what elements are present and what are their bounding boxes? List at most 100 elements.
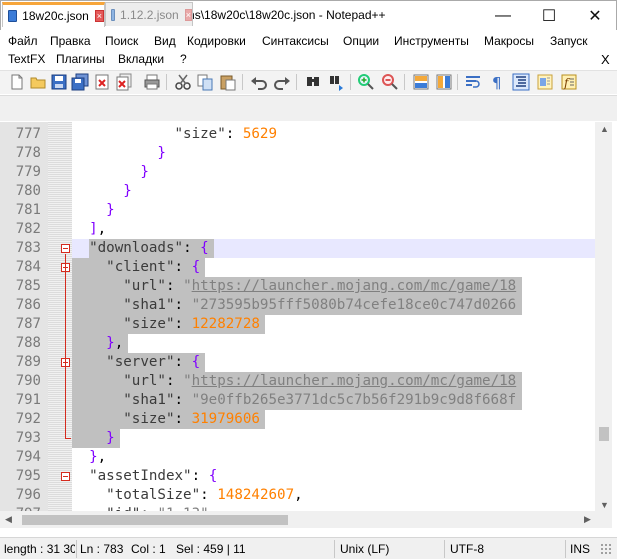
code-text[interactable]: }: [72, 182, 132, 201]
open-file-icon[interactable]: [29, 73, 47, 91]
code-text[interactable]: }: [72, 429, 115, 448]
code-line[interactable]: 787 "size": 12282728: [0, 315, 617, 334]
code-line[interactable]: 777 "size": 5629: [0, 125, 617, 144]
menu-item[interactable]: Кодировки: [187, 34, 246, 48]
code-text[interactable]: }: [72, 163, 149, 182]
menu-item[interactable]: TextFX: [8, 52, 45, 66]
close-tab-icon[interactable]: ×: [94, 10, 104, 22]
menu-item[interactable]: Поиск: [105, 34, 138, 48]
fold-toggle-icon[interactable]: [61, 244, 70, 253]
code-text[interactable]: },: [72, 334, 123, 353]
zoom-in-icon[interactable]: [357, 73, 375, 91]
code-text[interactable]: "sha1": "9e0ffb265e3771dc5c7b56f291b9c9d…: [72, 391, 516, 410]
menu-item[interactable]: Опции: [343, 34, 379, 48]
menu-item[interactable]: Запуск: [550, 34, 588, 48]
sync-vertical-icon[interactable]: [412, 73, 430, 91]
code-line[interactable]: 778 }: [0, 144, 617, 163]
code-text[interactable]: "size": 12282728: [72, 315, 260, 334]
code-line[interactable]: 780 }: [0, 182, 617, 201]
scroll-up-arrow-icon[interactable]: ▲: [600, 124, 609, 134]
code-text[interactable]: "url": "https://launcher.mojang.com/mc/g…: [72, 372, 516, 391]
code-text[interactable]: },: [72, 448, 106, 467]
code-line[interactable]: 790 "url": "https://launcher.mojang.com/…: [0, 372, 617, 391]
copy-icon[interactable]: [196, 73, 214, 91]
code-line[interactable]: 781 }: [0, 201, 617, 220]
code-line[interactable]: 789 "server": {: [0, 353, 617, 372]
code-line[interactable]: 792 "size": 31979606: [0, 410, 617, 429]
code-text[interactable]: "totalSize": 148242607,: [72, 486, 302, 505]
indent-guide-icon[interactable]: [512, 73, 530, 91]
menu-item[interactable]: Вид: [154, 34, 176, 48]
line-number: 778: [15, 145, 41, 161]
menu-item[interactable]: ?: [180, 52, 187, 66]
menu-item[interactable]: Синтаксисы: [262, 34, 329, 48]
code-line[interactable]: 791 "sha1": "9e0ffb265e3771dc5c7b56f291b…: [0, 391, 617, 410]
status-encoding: UTF-8: [450, 542, 484, 556]
code-text[interactable]: "size": 31979606: [72, 410, 260, 429]
editor-area[interactable]: 777 "size": 5629 778 } 779 } 780 } 781 } 782 …: [0, 122, 617, 511]
close-tab-icon[interactable]: ×: [184, 8, 192, 21]
tab-1-12-2-json[interactable]: 1.12.2.json ×: [105, 2, 193, 26]
replace-icon[interactable]: [328, 73, 346, 91]
close-icon[interactable]: [93, 73, 111, 91]
code-text[interactable]: "downloads": {: [72, 239, 209, 258]
save-icon[interactable]: [50, 73, 68, 91]
paste-icon[interactable]: [219, 73, 237, 91]
code-line[interactable]: 796 "totalSize": 148242607,: [0, 486, 617, 505]
code-text[interactable]: ],: [72, 220, 106, 239]
code-line[interactable]: 783 "downloads": {: [0, 239, 617, 258]
resize-grip-icon[interactable]: [600, 543, 612, 555]
minimize-button[interactable]: —: [480, 1, 526, 31]
code-text[interactable]: "size": 5629: [72, 125, 278, 144]
code-line[interactable]: 794 },: [0, 448, 617, 467]
code-line[interactable]: 782 ],: [0, 220, 617, 239]
code-line[interactable]: 784 "client": {: [0, 258, 617, 277]
maximize-button[interactable]: ☐: [526, 1, 572, 31]
scroll-down-arrow-icon[interactable]: ▼: [600, 500, 609, 510]
zoom-out-icon[interactable]: [381, 73, 399, 91]
vertical-scrollbar[interactable]: [595, 122, 612, 511]
code-text[interactable]: }: [72, 144, 166, 163]
find-icon[interactable]: [304, 73, 322, 91]
code-line[interactable]: 786 "sha1": "273595b95fff5080b74cefe18ce…: [0, 296, 617, 315]
fold-toggle-icon[interactable]: [61, 472, 70, 481]
close-window-button[interactable]: ✕: [572, 1, 617, 31]
menu-item[interactable]: Вкладки: [118, 52, 164, 66]
menu-item[interactable]: Макросы: [484, 34, 534, 48]
scroll-right-arrow-icon[interactable]: ▶: [584, 514, 591, 525]
tab-18w20c-json[interactable]: 18w20c.json ×: [2, 2, 105, 27]
scroll-left-arrow-icon[interactable]: ◀: [5, 514, 12, 525]
close-all-icon[interactable]: [115, 73, 133, 91]
code-text[interactable]: "client": {: [72, 258, 200, 277]
code-line[interactable]: 793 }: [0, 429, 617, 448]
document-map-icon[interactable]: [536, 73, 554, 91]
word-wrap-icon[interactable]: [464, 73, 482, 91]
close-document-button[interactable]: X: [601, 52, 610, 67]
new-file-icon[interactable]: [8, 73, 26, 91]
menu-item[interactable]: Правка: [50, 34, 91, 48]
code-line[interactable]: 795 "assetIndex": {: [0, 467, 617, 486]
saved-file-icon: [111, 8, 116, 21]
code-line[interactable]: 785 "url": "https://launcher.mojang.com/…: [0, 277, 617, 296]
undo-icon[interactable]: [250, 73, 268, 91]
redo-icon[interactable]: [273, 73, 291, 91]
code-text[interactable]: "url": "https://launcher.mojang.com/mc/g…: [72, 277, 516, 296]
show-all-characters-icon[interactable]: ¶: [488, 73, 506, 91]
code-line[interactable]: 788 },: [0, 334, 617, 353]
code-text[interactable]: "assetIndex": {: [72, 467, 217, 486]
menu-item[interactable]: Файл: [8, 34, 38, 48]
vertical-scroll-thumb[interactable]: [599, 427, 609, 441]
sync-horizontal-icon[interactable]: [435, 73, 453, 91]
horizontal-scroll-thumb[interactable]: [22, 515, 288, 525]
print-icon[interactable]: [143, 73, 161, 91]
cut-icon[interactable]: [174, 73, 192, 91]
code-text[interactable]: "server": {: [72, 353, 200, 372]
menu-item[interactable]: Инструменты: [394, 34, 469, 48]
save-all-icon[interactable]: [71, 73, 89, 91]
menu-item[interactable]: Плагины: [56, 52, 105, 66]
line-number: 793: [15, 430, 41, 446]
function-list-icon[interactable]: f: [560, 73, 578, 91]
code-line[interactable]: 779 }: [0, 163, 617, 182]
code-text[interactable]: "sha1": "273595b95fff5080b74cefe18ce0c74…: [72, 296, 516, 315]
code-text[interactable]: }: [72, 201, 115, 220]
